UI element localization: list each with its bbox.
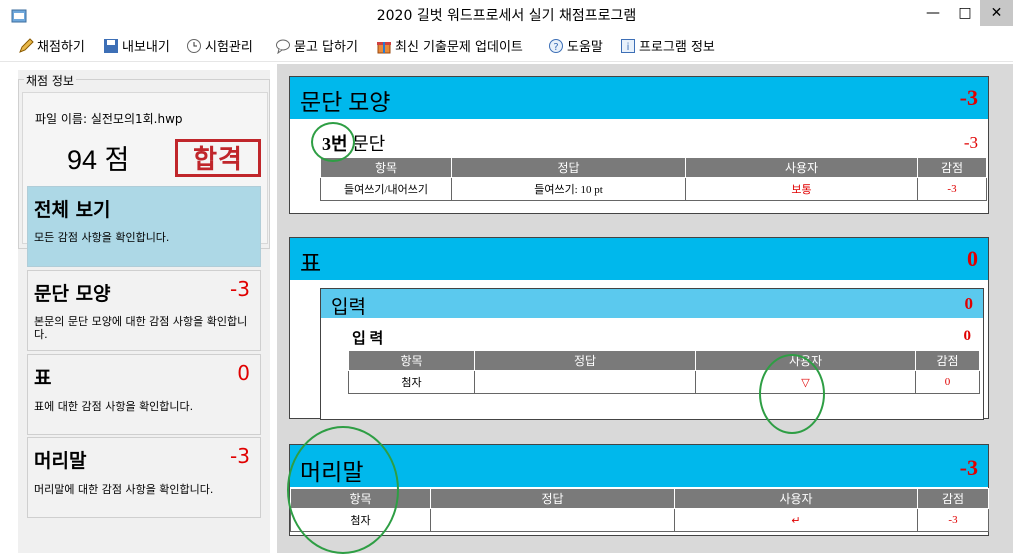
section-header: 표 0 [290,238,988,280]
cell-item: 들여쓰기/내어쓰기 [320,177,452,201]
group-header: 입력 0 [321,289,983,318]
cell-deduct: -3 [917,177,987,201]
minimize-button[interactable]: — [918,0,948,26]
maximize-button[interactable]: □ [950,0,980,26]
file-name: 파일 이름: 실전모의1회.hwp [35,112,183,126]
group-title: 입력 [331,297,366,318]
save-icon [104,39,118,53]
svg-text:i: i [627,42,630,53]
cell-deduct: 0 [915,370,980,394]
clock-icon [187,39,201,53]
col-deduct: 감점 [915,350,980,371]
category-title: 머리말 [34,450,87,472]
col-answer: 정답 [474,350,696,371]
left-panel: 파일 이름: 실전모의1회.hwp 94 점 합격 채점 정보 전체 보기 모든… [18,70,270,553]
subsection-title: 입 력 [352,331,384,347]
speech-icon [276,39,290,54]
category-desc: 본문의 문단 모양에 대한 감점 사항을 확인합니다. [34,315,248,341]
cell-answer [474,370,696,394]
result-table: 항목 정답 사용자 감점 들여쓰기/내어쓰기 들여쓰기: 10 pt 보통 -3 [320,157,987,201]
title-bar: 2020 길벗 워드프로세서 실기 채점프로그램 — □ ✕ [0,0,1013,32]
toolbar-update-button[interactable]: 최신 기출문제 업데이트 [376,34,523,61]
svg-text:?: ? [553,42,558,53]
toolbar-help-button[interactable]: ? 도움말 [548,34,603,61]
annotation-circle [311,122,355,162]
category-paragraph[interactable]: 문단 모양 -3 본문의 문단 모양에 대한 감점 사항을 확인합니다. [27,270,261,351]
section-title: 표 [300,251,322,276]
subsection-name: 문단 [352,134,386,154]
section-score: -3 [959,455,978,480]
col-user: 사용자 [674,488,918,509]
cell-answer [430,508,675,532]
section-title: 문단 모양 [300,90,391,115]
info-icon: i [621,39,635,53]
toolbar-grade-button[interactable]: 채점하기 [18,34,85,61]
toolbar-label: 내보내기 [122,40,170,55]
toolbar: 채점하기 내보내기 시험관리 묻고 답하기 최신 기출문제 업데이트 ? 도움말 … [0,34,1013,62]
toolbar-about-button[interactable]: i 프로그램 정보 [620,34,715,61]
cell-user: 보통 [685,177,918,201]
subsection-score: 0 [963,328,972,344]
toolbar-label: 최신 기출문제 업데이트 [395,40,523,55]
toolbar-export-button[interactable]: 내보내기 [103,34,170,61]
annotation-circle [759,354,825,434]
annotation-circle [287,426,399,554]
toolbar-label: 프로그램 정보 [639,40,715,55]
cell-item: 첨자 [348,370,475,394]
grading-info-legend: 채점 정보 [24,72,76,89]
col-answer: 정답 [451,157,686,178]
category-score: -3 [230,277,250,301]
subsection-score: -3 [963,133,978,152]
result-table: 항목 정답 사용자 감점 첨자 ▽ 0 [348,350,980,394]
toolbar-label: 묻고 답하기 [294,40,358,55]
pencil-icon [19,38,34,53]
category-desc: 표에 대한 감점 사항을 확인합니다. [34,400,194,413]
category-desc: 모든 감점 사항을 확인합니다. [34,231,170,244]
section-header: 문단 모양 -3 [290,77,988,119]
category-header[interactable]: 머리말 -3 머리말에 대한 감점 사항을 확인합니다. [27,437,261,518]
gift-icon [377,42,391,54]
col-item: 항목 [348,350,475,371]
cell-answer: 들여쓰기: 10 pt [451,177,686,201]
category-desc: 머리말에 대한 감점 사항을 확인합니다. [34,483,214,496]
col-answer: 정답 [430,488,675,509]
category-score: 0 [237,361,250,385]
results-panel[interactable]: 문단 모양 -3 3번 문단 -3 항목 정답 사용자 감점 들여쓰기/내어쓰기… [277,64,1013,554]
section-score: -3 [959,85,978,110]
close-button[interactable]: ✕ [980,0,1013,26]
category-table[interactable]: 표 0 표에 대한 감점 사항을 확인합니다. [27,354,261,435]
category-title: 문단 모양 [34,283,111,305]
section-paragraph: 문단 모양 -3 3번 문단 -3 항목 정답 사용자 감점 들여쓰기/내어쓰기… [289,76,989,214]
category-title: 표 [34,367,52,389]
group-box: 입력 0 입 력 0 항목 정답 사용자 감점 첨자 ▽ 0 [320,288,984,420]
category-all[interactable]: 전체 보기 모든 감점 사항을 확인합니다. [27,186,261,267]
toolbar-exam-button[interactable]: 시험관리 [186,34,253,61]
toolbar-qna-button[interactable]: 묻고 답하기 [275,34,358,61]
toolbar-label: 도움말 [567,40,603,55]
cell-user: ↵ [674,508,918,532]
col-deduct: 감점 [917,157,987,178]
section-table: 표 0 입력 0 입 력 0 항목 정답 사용자 감점 첨자 ▽ 0 [289,237,989,420]
category-title: 전체 보기 [34,199,111,221]
table-row: 들여쓰기/내어쓰기 들여쓰기: 10 pt 보통 -3 [320,177,987,201]
window-title: 2020 길벗 워드프로세서 실기 채점프로그램 [376,8,637,24]
toolbar-label: 채점하기 [37,40,85,55]
total-score: 94 점 [67,145,130,175]
col-deduct: 감점 [917,488,989,509]
cell-deduct: -3 [917,508,989,532]
section-score: 0 [967,246,978,271]
help-icon: ? [549,39,563,53]
toolbar-label: 시험관리 [205,40,253,55]
col-user: 사용자 [685,157,918,178]
pass-stamp: 합격 [175,139,261,177]
table-row: 첨자 ▽ 0 [348,370,980,394]
group-score: 0 [964,294,974,313]
category-score: -3 [230,444,250,468]
